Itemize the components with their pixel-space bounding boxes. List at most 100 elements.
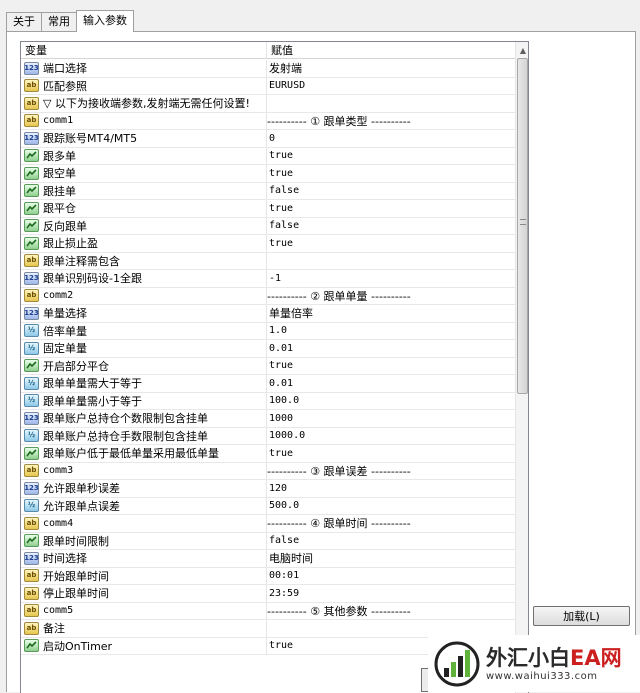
parameter-name-cell[interactable]: 123 跟单识别码设-1全跟 <box>21 270 267 287</box>
parameter-value-cell[interactable]: false <box>267 183 515 200</box>
tab-inputs[interactable]: 输入参数 <box>76 10 134 32</box>
parameter-row[interactable]: 123 单量选择 单量倍率 <box>21 305 515 323</box>
parameter-value-cell[interactable]: 0.01 <box>267 375 515 392</box>
parameter-name-cell[interactable]: ab comm3 <box>21 462 267 479</box>
parameter-row[interactable]: ab comm5 ---------- ⑤ 其他参数 ---------- <box>21 602 515 620</box>
parameter-value-cell[interactable]: ---------- ⑤ 其他参数 ---------- <box>267 603 515 620</box>
parameter-row[interactable]: 跟单时间限制 false <box>21 532 515 550</box>
scroll-up-arrow-icon[interactable]: ▲ <box>516 42 528 58</box>
parameter-name-cell[interactable]: 开启部分平仓 <box>21 357 267 374</box>
parameter-name-cell[interactable]: ab 匹配参照 <box>21 77 267 94</box>
parameter-name-cell[interactable]: 123 允许跟单秒误差 <box>21 480 267 497</box>
parameter-row[interactable]: ab 开始跟单时间 00:01 <box>21 567 515 585</box>
parameter-value-cell[interactable]: ---------- ④ 跟单时间 ---------- <box>267 515 515 532</box>
parameter-name-cell[interactable]: ½ 跟单账户总持仓手数限制包含挂单 <box>21 427 267 444</box>
scroll-thumb[interactable] <box>517 58 528 394</box>
column-header-variable[interactable]: 变量 <box>21 42 267 58</box>
parameter-name-cell[interactable]: 123 端口选择 <box>21 60 267 77</box>
parameter-value-cell[interactable]: 100.0 <box>267 393 515 410</box>
parameter-row[interactable]: ab ▽ 以下为接收端参数,发射端无需任何设置! <box>21 95 515 113</box>
parameter-name-cell[interactable]: ½ 倍率单量 <box>21 322 267 339</box>
parameter-row[interactable]: ab comm2 ---------- ② 跟单单量 ---------- <box>21 287 515 305</box>
parameter-row[interactable]: 跟挂单 false <box>21 182 515 200</box>
parameter-row[interactable]: 跟多单 true <box>21 147 515 165</box>
parameter-value-cell[interactable]: 电脑时间 <box>267 550 515 567</box>
parameter-value-cell[interactable]: ---------- ② 跟单单量 ---------- <box>267 288 515 305</box>
parameter-name-cell[interactable]: 跟空单 <box>21 165 267 182</box>
parameter-row[interactable]: ½ 允许跟单点误差 500.0 <box>21 497 515 515</box>
parameter-row[interactable]: 123 端口选择 发射端 <box>21 60 515 78</box>
parameter-name-cell[interactable]: ab 开始跟单时间 <box>21 567 267 584</box>
parameter-name-cell[interactable]: 123 跟单账户总持仓个数限制包含挂单 <box>21 410 267 427</box>
parameter-value-cell[interactable]: 1000.0 <box>267 428 515 445</box>
parameter-value-cell[interactable]: true <box>267 200 515 217</box>
parameter-value-cell[interactable]: 单量倍率 <box>267 305 515 322</box>
parameter-value-cell[interactable]: 00:01 <box>267 568 515 585</box>
parameter-name-cell[interactable]: 跟平仓 <box>21 200 267 217</box>
parameter-value-cell[interactable] <box>267 253 515 270</box>
parameter-name-cell[interactable]: ab comm5 <box>21 602 267 619</box>
parameter-row[interactable]: 跟止损止盈 true <box>21 235 515 253</box>
parameter-row[interactable]: ab comm4 ---------- ④ 跟单时间 ---------- <box>21 515 515 533</box>
parameter-value-cell[interactable]: ---------- ③ 跟单误差 ---------- <box>267 463 515 480</box>
parameter-name-cell[interactable]: 跟单账户低于最低单量采用最低单量 <box>21 445 267 462</box>
parameter-value-cell[interactable]: true <box>267 235 515 252</box>
parameter-name-cell[interactable]: 123 时间选择 <box>21 550 267 567</box>
parameter-value-cell[interactable]: -1 <box>267 270 515 287</box>
parameter-name-cell[interactable]: ab comm2 <box>21 287 267 304</box>
parameter-value-cell[interactable]: 120 <box>267 480 515 497</box>
parameter-value-cell[interactable]: 500.0 <box>267 498 515 515</box>
tab-common[interactable]: 常用 <box>41 12 77 31</box>
parameter-row[interactable]: ½ 固定单量 0.01 <box>21 340 515 358</box>
parameter-name-cell[interactable]: 跟单时间限制 <box>21 532 267 549</box>
parameter-name-cell[interactable]: ab ▽ 以下为接收端参数,发射端无需任何设置! <box>21 95 267 112</box>
parameter-value-cell[interactable]: true <box>267 358 515 375</box>
load-button[interactable]: 加载(L) <box>533 606 630 626</box>
parameter-row[interactable]: ab 停止跟单时间 23:59 <box>21 585 515 603</box>
parameter-value-cell[interactable]: 23:59 <box>267 585 515 602</box>
parameter-row[interactable]: 123 时间选择 电脑时间 <box>21 550 515 568</box>
parameter-name-cell[interactable]: 启动OnTimer <box>21 637 267 654</box>
parameter-name-cell[interactable]: ½ 允许跟单点误差 <box>21 497 267 514</box>
parameter-name-cell[interactable]: 跟止损止盈 <box>21 235 267 252</box>
parameter-row[interactable]: 123 跟踪账号MT4/MT5 0 <box>21 130 515 148</box>
parameter-value-cell[interactable] <box>267 95 515 112</box>
parameter-name-cell[interactable]: ab 备注 <box>21 620 267 637</box>
parameter-row[interactable]: ab comm3 ---------- ③ 跟单误差 ---------- <box>21 462 515 480</box>
parameter-name-cell[interactable]: ½ 固定单量 <box>21 340 267 357</box>
parameter-row[interactable]: ab 跟单注释需包含 <box>21 252 515 270</box>
parameter-row[interactable]: ½ 跟单账户总持仓手数限制包含挂单 1000.0 <box>21 427 515 445</box>
parameter-name-cell[interactable]: ab 跟单注释需包含 <box>21 252 267 269</box>
parameter-row[interactable]: 反向跟单 false <box>21 217 515 235</box>
parameter-value-cell[interactable]: ---------- ① 跟单类型 ---------- <box>267 113 515 130</box>
parameter-name-cell[interactable]: 跟挂单 <box>21 182 267 199</box>
parameter-name-cell[interactable]: 123 跟踪账号MT4/MT5 <box>21 130 267 147</box>
parameter-value-cell[interactable]: 0 <box>267 130 515 147</box>
parameter-value-cell[interactable]: false <box>267 218 515 235</box>
parameter-row[interactable]: ab comm1 ---------- ① 跟单类型 ---------- <box>21 112 515 130</box>
parameter-row[interactable]: 123 跟单账户总持仓个数限制包含挂单 1000 <box>21 410 515 428</box>
parameter-row[interactable]: ½ 倍率单量 1.0 <box>21 322 515 340</box>
parameter-name-cell[interactable]: 反向跟单 <box>21 217 267 234</box>
parameter-value-cell[interactable]: true <box>267 445 515 462</box>
parameter-value-cell[interactable]: EURUSD <box>267 78 515 95</box>
parameter-row[interactable]: ½ 跟单单量需小于等于 100.0 <box>21 392 515 410</box>
parameter-value-cell[interactable]: 0.01 <box>267 340 515 357</box>
parameter-row[interactable]: 123 跟单识别码设-1全跟 -1 <box>21 270 515 288</box>
parameter-row[interactable]: 开启部分平仓 true <box>21 357 515 375</box>
parameter-name-cell[interactable]: 123 单量选择 <box>21 305 267 322</box>
parameter-value-cell[interactable]: 1000 <box>267 410 515 427</box>
parameter-value-cell[interactable]: 发射端 <box>267 60 515 77</box>
parameter-name-cell[interactable]: ab 停止跟单时间 <box>21 585 267 602</box>
parameter-value-cell[interactable]: 1.0 <box>267 323 515 340</box>
vertical-scrollbar[interactable]: ▲ <box>515 42 528 693</box>
parameter-row[interactable]: 跟单账户低于最低单量采用最低单量 true <box>21 445 515 463</box>
parameter-name-cell[interactable]: 跟多单 <box>21 147 267 164</box>
parameter-row[interactable]: ½ 跟单单量需大于等于 0.01 <box>21 375 515 393</box>
column-header-value[interactable]: 赋值 <box>267 42 293 58</box>
tab-about[interactable]: 关于 <box>6 12 42 31</box>
parameter-name-cell[interactable]: ab comm1 <box>21 112 267 129</box>
parameter-row[interactable]: 跟平仓 true <box>21 200 515 218</box>
parameter-row[interactable]: 123 允许跟单秒误差 120 <box>21 480 515 498</box>
parameter-row[interactable]: ab 匹配参照 EURUSD <box>21 77 515 95</box>
